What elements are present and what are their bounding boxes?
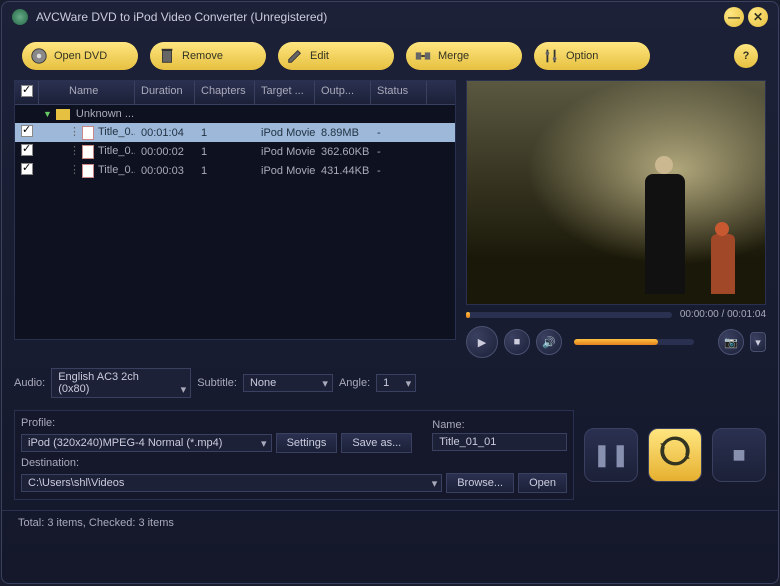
- file-icon: [82, 164, 94, 178]
- row-target: iPod Movie: [255, 163, 315, 179]
- snapshot-button[interactable]: 📷: [718, 329, 744, 355]
- remove-label: Remove: [182, 50, 223, 62]
- header-name[interactable]: Name: [39, 81, 135, 104]
- seek-slider[interactable]: [466, 312, 672, 318]
- row-name: Title_0...: [98, 126, 135, 138]
- row-output: 362.60KB: [315, 144, 371, 160]
- disc-icon: [30, 47, 48, 65]
- edit-label: Edit: [310, 50, 329, 62]
- window-title: AVCWare DVD to iPod Video Converter (Unr…: [36, 10, 720, 24]
- close-button[interactable]: ✕: [748, 7, 768, 27]
- table-row[interactable]: ⋮ Title_0...00:00:021iPod Movie362.60KB-: [15, 142, 455, 161]
- name-field[interactable]: Title_01_01: [432, 433, 567, 451]
- browse-button[interactable]: Browse...: [446, 473, 514, 493]
- settings-button[interactable]: Settings: [276, 433, 338, 453]
- group-row[interactable]: ▼ Unknown ...: [15, 105, 455, 123]
- option-label: Option: [566, 50, 598, 62]
- row-status: -: [371, 125, 427, 141]
- row-name: Title_0...: [98, 164, 135, 176]
- profile-dropdown[interactable]: iPod (320x240)MPEG-4 Normal (*.mp4): [21, 434, 272, 452]
- volume-button[interactable]: 🔊: [536, 329, 562, 355]
- link-icon: ⋮: [69, 126, 80, 138]
- header-target[interactable]: Target ...: [255, 81, 315, 104]
- row-checkbox[interactable]: [21, 144, 33, 156]
- header-checkbox[interactable]: [15, 81, 39, 104]
- row-target: iPod Movie: [255, 125, 315, 141]
- help-button[interactable]: ?: [734, 44, 758, 68]
- table-row[interactable]: ⋮ Title_0...00:01:041iPod Movie8.89MB-: [15, 123, 455, 142]
- edit-icon: [286, 47, 304, 65]
- open-dvd-button[interactable]: Open DVD: [22, 42, 138, 70]
- row-chapters: 1: [195, 125, 255, 141]
- app-logo: [12, 9, 28, 25]
- edit-button[interactable]: Edit: [278, 42, 394, 70]
- speaker-icon: 🔊: [542, 336, 556, 349]
- subtitle-dropdown[interactable]: None: [243, 374, 333, 392]
- row-output: 431.44KB: [315, 163, 371, 179]
- name-label: Name:: [432, 419, 567, 431]
- row-duration: 00:00:03: [135, 163, 195, 179]
- merge-label: Merge: [438, 50, 469, 62]
- destination-label: Destination:: [21, 457, 567, 469]
- row-checkbox[interactable]: [21, 163, 33, 175]
- row-chapters: 1: [195, 163, 255, 179]
- row-duration: 00:01:04: [135, 125, 195, 141]
- open-folder-button[interactable]: Open: [518, 473, 567, 493]
- convert-button[interactable]: [648, 428, 702, 482]
- header-output[interactable]: Outp...: [315, 81, 371, 104]
- folder-icon: [56, 109, 70, 120]
- file-icon: [82, 145, 94, 159]
- time-display: 00:00:00 / 00:01:04: [680, 309, 766, 320]
- row-duration: 00:00:02: [135, 144, 195, 160]
- snapshot-dropdown[interactable]: ▾: [750, 332, 766, 352]
- file-list-panel: Name Duration Chapters Target ... Outp..…: [14, 80, 456, 340]
- stop-button[interactable]: ■: [504, 329, 530, 355]
- row-status: -: [371, 163, 427, 179]
- audio-label: Audio:: [14, 377, 45, 389]
- remove-button[interactable]: Remove: [150, 42, 266, 70]
- link-icon: ⋮: [69, 164, 80, 176]
- row-name: Title_0...: [98, 145, 135, 157]
- list-header: Name Duration Chapters Target ... Outp..…: [15, 81, 455, 105]
- subtitle-label: Subtitle:: [197, 377, 237, 389]
- table-row[interactable]: ⋮ Title_0...00:00:031iPod Movie431.44KB-: [15, 161, 455, 180]
- remove-icon: [158, 47, 176, 65]
- play-button[interactable]: ▶: [466, 326, 498, 358]
- open-dvd-label: Open DVD: [54, 50, 107, 62]
- collapse-icon: ▼: [43, 109, 52, 119]
- row-checkbox[interactable]: [21, 125, 33, 137]
- convert-icon: [658, 434, 692, 476]
- camera-icon: 📷: [724, 336, 738, 349]
- row-target: iPod Movie: [255, 144, 315, 160]
- header-status[interactable]: Status: [371, 81, 427, 104]
- angle-label: Angle:: [339, 377, 370, 389]
- audio-dropdown[interactable]: English AC3 2ch (0x80): [51, 368, 191, 398]
- saveas-button[interactable]: Save as...: [341, 433, 412, 453]
- merge-icon: [414, 47, 432, 65]
- header-duration[interactable]: Duration: [135, 81, 195, 104]
- stop-convert-button[interactable]: ■: [712, 428, 766, 482]
- video-preview: [466, 80, 766, 305]
- row-status: -: [371, 144, 427, 160]
- status-bar: Total: 3 items, Checked: 3 items: [2, 510, 778, 535]
- file-icon: [82, 126, 94, 140]
- merge-button[interactable]: Merge: [406, 42, 522, 70]
- row-output: 8.89MB: [315, 125, 371, 141]
- tools-icon: [542, 47, 560, 65]
- link-icon: ⋮: [69, 145, 80, 157]
- minimize-button[interactable]: —: [724, 7, 744, 27]
- row-chapters: 1: [195, 144, 255, 160]
- angle-dropdown[interactable]: 1: [376, 374, 416, 392]
- pause-button[interactable]: ❚❚: [584, 428, 638, 482]
- option-button[interactable]: Option: [534, 42, 650, 70]
- destination-dropdown[interactable]: C:\Users\shl\Videos: [21, 474, 442, 492]
- header-chapters[interactable]: Chapters: [195, 81, 255, 104]
- group-label: Unknown ...: [76, 108, 134, 120]
- volume-slider[interactable]: [574, 339, 694, 345]
